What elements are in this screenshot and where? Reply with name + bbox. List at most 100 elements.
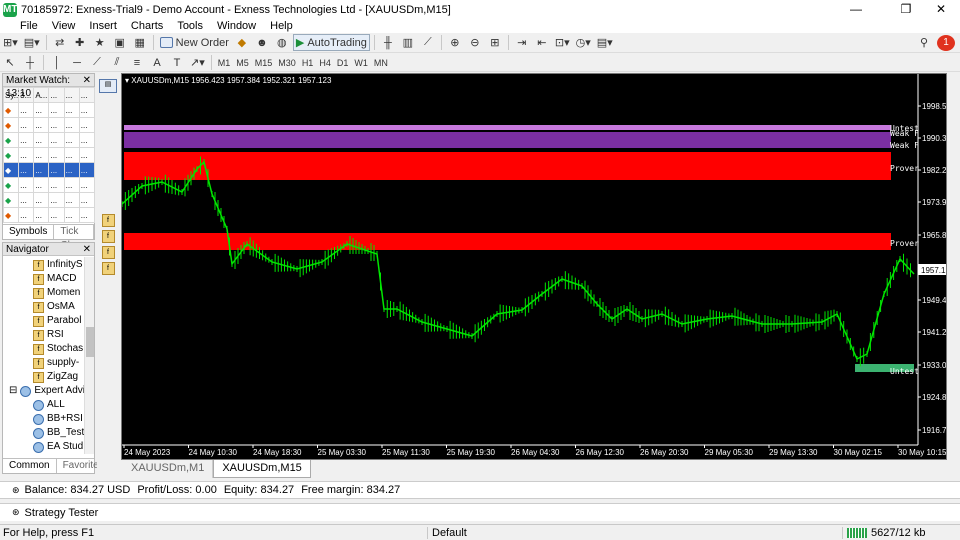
timeframe-m30[interactable]: M30 <box>275 58 299 68</box>
data-window-icon[interactable]: ✚ <box>71 34 89 51</box>
profiles-icon[interactable]: ▤▾ <box>22 34 42 51</box>
terminal-icon[interactable]: ⊛ <box>12 485 20 496</box>
zoom-out-icon[interactable]: ⊖ <box>466 34 484 51</box>
expert-shortcut-icon[interactable]: f <box>101 214 115 227</box>
tab-chart-m15[interactable]: XAUUSDm,M15 <box>213 460 311 478</box>
chart-window[interactable]: Untest Weak F Weak F Prover Prover Untest 1998… <box>121 73 947 460</box>
menu-file[interactable]: File <box>0 19 45 33</box>
expert-icon <box>33 399 44 411</box>
terminal-icon[interactable]: ▣ <box>111 34 129 51</box>
column-header[interactable]: ... <box>78 87 96 103</box>
menu-tools[interactable]: Tools <box>170 19 210 33</box>
line-chart-icon[interactable]: ⟋ <box>419 34 437 51</box>
strategy-tester-bar[interactable]: ⊛ Strategy Tester <box>0 503 960 521</box>
close-icon[interactable]: ✕ <box>83 243 91 256</box>
close-button[interactable]: ✕ <box>925 0 957 19</box>
expert-shortcut-icon[interactable]: f <box>101 262 115 275</box>
tab-tick-chart[interactable]: Tick Cha <box>54 225 94 251</box>
market-watch-row[interactable]: ◆............... <box>2 177 96 193</box>
menu-insert[interactable]: Insert <box>82 19 124 33</box>
cursor-icon[interactable]: ↖ <box>1 54 19 71</box>
column-header[interactable]: ... <box>63 87 80 103</box>
candlestick-icon[interactable]: ▥ <box>399 34 417 51</box>
timeframe-h1[interactable]: H1 <box>299 58 317 68</box>
label-icon[interactable]: T <box>168 54 186 71</box>
sr-zone <box>124 140 891 148</box>
item-label: OsMA <box>47 301 75 312</box>
column-header[interactable]: ... <box>48 87 65 103</box>
tab-common[interactable]: Common <box>3 459 57 473</box>
navigator-scrollbar[interactable] <box>84 257 94 454</box>
search-icon[interactable]: ⚲ <box>915 34 933 51</box>
notifications-icon[interactable]: 1 <box>937 34 955 51</box>
market-watch-icon[interactable]: ⇄ <box>51 34 69 51</box>
expert-shortcut-icon[interactable]: f <box>101 230 115 243</box>
navigator-icon[interactable]: ★ <box>91 34 109 51</box>
market-watch-row[interactable]: ◆............... <box>2 147 96 163</box>
equity-text: Equity: 834.27 <box>223 484 295 496</box>
menu-window[interactable]: Window <box>210 19 263 33</box>
quote-cell: ... <box>78 192 96 208</box>
periods-icon[interactable]: ◷▾ <box>574 34 593 51</box>
tab-symbols[interactable]: Symbols <box>3 225 55 239</box>
arrows-icon[interactable]: ↗▾ <box>188 54 207 71</box>
timeframe-m5[interactable]: M5 <box>233 58 252 68</box>
menu-charts[interactable]: Charts <box>124 19 170 33</box>
tab-chart-m1[interactable]: XAUUSDm,M1 <box>123 460 214 478</box>
new-order-button[interactable]: New Order <box>158 34 231 51</box>
crosshair-icon[interactable]: ┼ <box>21 54 39 71</box>
menu-help[interactable]: Help <box>263 19 300 33</box>
timeframe-m15[interactable]: M15 <box>252 58 276 68</box>
market-watch-row[interactable]: ◆............... <box>2 117 96 133</box>
chart-shift-icon[interactable]: ⇤ <box>533 34 551 51</box>
profile-text[interactable]: Default <box>427 527 467 539</box>
autotrading-button[interactable]: ▶ AutoTrading <box>292 34 370 51</box>
minimize-button[interactable]: — <box>840 0 872 19</box>
expert-advisors-folder[interactable]: ⊟ Expert Advi <box>9 384 94 398</box>
quote-cell: ... <box>18 102 35 118</box>
metaeditor-icon[interactable]: ◆ <box>233 34 251 51</box>
horizontal-line-icon[interactable]: ─ <box>68 54 86 71</box>
expert-advisors-group[interactable]: ⊟ Expert Advi <box>3 384 94 398</box>
timeframe-w1[interactable]: W1 <box>351 58 371 68</box>
signals-icon[interactable]: ☻ <box>253 34 271 51</box>
templates-icon[interactable]: ▤▾ <box>595 34 615 51</box>
vertical-line-icon[interactable]: │ <box>48 54 66 71</box>
menu-view[interactable]: View <box>45 19 83 33</box>
market-watch-row[interactable]: ◆............... <box>2 132 96 148</box>
tester-icon[interactable]: ▦ <box>131 34 149 51</box>
expert-shortcut-icon[interactable]: f <box>101 246 115 259</box>
toolbar-separator <box>373 35 375 50</box>
market-watch-row[interactable]: ◆............... <box>2 162 96 178</box>
market-watch-row[interactable]: ◆............... <box>2 102 96 118</box>
quote-cell: ... <box>63 177 80 193</box>
collapse-icon[interactable]: ⊟ <box>9 384 17 398</box>
scroll-thumb[interactable] <box>86 327 94 357</box>
market-icon[interactable]: ◍ <box>273 34 291 51</box>
price-chart[interactable]: UntestWeak FWeak FProverProverUntest1998… <box>122 74 946 459</box>
close-icon[interactable]: ✕ <box>83 74 91 87</box>
zoom-in-icon[interactable]: ⊕ <box>446 34 464 51</box>
indicators-icon[interactable]: ⊡▾ <box>553 34 572 51</box>
quote-cell: ... <box>48 102 65 118</box>
market-watch-row[interactable]: ◆............... <box>2 207 96 223</box>
fibonacci-icon[interactable]: ≡ <box>128 54 146 71</box>
channel-icon[interactable]: ⫽ <box>108 54 126 71</box>
tile-windows-icon[interactable]: ⊞ <box>486 34 504 51</box>
timeframe-m1[interactable]: M1 <box>215 58 234 68</box>
market-watch-row[interactable]: ◆............... <box>2 192 96 208</box>
tester-icon[interactable]: ⊛ <box>12 507 20 518</box>
item-label: Stochas <box>47 343 84 354</box>
chart-window-icon[interactable]: ▤ <box>99 79 117 93</box>
timeframe-h4[interactable]: H4 <box>316 58 334 68</box>
bar-chart-icon[interactable]: ╫ <box>379 34 397 51</box>
text-icon[interactable]: A <box>148 54 166 71</box>
new-chart-icon[interactable]: ⊞▾ <box>1 34 20 51</box>
drawing-toolbar: ↖ ┼ │ ─ ⟋ ⫽ ≡ A T ↗▾ M1 M5 M15 M30 H1 H4… <box>0 54 960 72</box>
timeframe-d1[interactable]: D1 <box>334 58 352 68</box>
trendline-icon[interactable]: ⟋ <box>88 54 106 71</box>
autoscroll-icon[interactable]: ⇥ <box>513 34 531 51</box>
restore-button[interactable]: ❐ <box>890 0 922 19</box>
column-header[interactable]: A... <box>33 87 50 103</box>
timeframe-mn[interactable]: MN <box>371 58 391 68</box>
